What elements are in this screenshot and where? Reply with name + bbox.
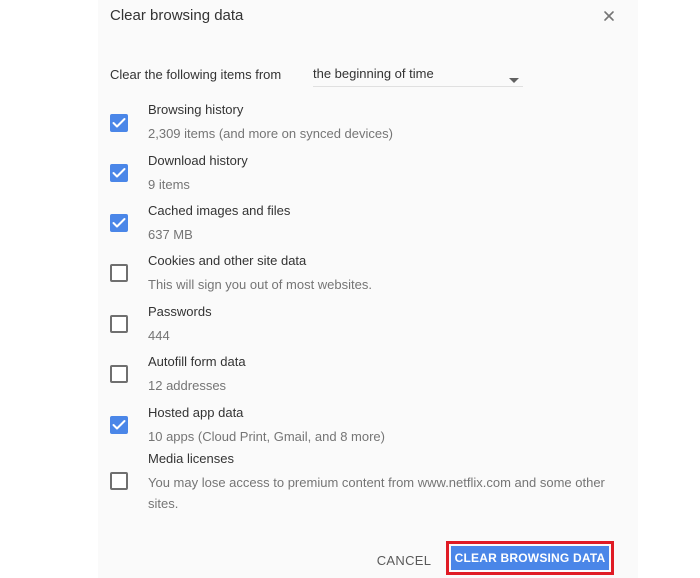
checkbox-download-history[interactable]	[110, 164, 128, 182]
option-label: Hosted app data	[148, 405, 244, 420]
option-description: 9 items	[148, 177, 190, 192]
checkbox-hosted-app-data[interactable]	[110, 416, 128, 434]
option-description: 444	[148, 328, 170, 343]
time-range-label: Clear the following items from	[110, 67, 282, 82]
option-description: You may lose access to premium content f…	[148, 475, 605, 511]
option-label: Cookies and other site data	[148, 253, 307, 268]
checkmark-icon	[112, 218, 126, 228]
time-range-dropdown[interactable]: the beginning of time	[313, 64, 523, 87]
checkbox-cookies[interactable]	[110, 264, 128, 282]
option-label: Browsing history	[148, 102, 244, 117]
screen: Clear browsing data Clear the following …	[0, 0, 700, 578]
option-description: 2,309 items (and more on synced devices)	[148, 126, 393, 141]
dialog-title: Clear browsing data	[110, 7, 244, 24]
checkmark-icon	[112, 420, 126, 430]
time-range-row: Clear the following items from the begin…	[110, 64, 530, 87]
option-label: Autofill form data	[148, 354, 246, 369]
option-label: Passwords	[148, 304, 212, 319]
time-range-value: the beginning of time	[313, 66, 434, 81]
checkbox-browsing-history[interactable]	[110, 114, 128, 132]
checkbox-autofill[interactable]	[110, 365, 128, 383]
option-description: 10 apps (Cloud Print, Gmail, and 8 more)	[148, 429, 385, 444]
cancel-button[interactable]: CANCEL	[368, 550, 440, 572]
checkbox-media-licenses[interactable]	[110, 472, 128, 490]
option-description: 12 addresses	[148, 378, 227, 393]
checkbox-passwords[interactable]	[110, 315, 128, 333]
close-icon[interactable]	[598, 5, 620, 27]
dropdown-caret-icon	[509, 71, 519, 89]
option-description: 637 MB	[148, 227, 193, 242]
clear-browsing-data-dialog: Clear browsing data Clear the following …	[98, 0, 638, 578]
option-label: Download history	[148, 153, 248, 168]
option-description: This will sign you out of most websites.	[148, 277, 372, 292]
checkbox-cached-images[interactable]	[110, 214, 128, 232]
option-label: Cached images and files	[148, 203, 291, 218]
checkmark-icon	[112, 168, 126, 178]
option-label: Media licenses	[148, 451, 234, 466]
clear-browsing-data-button[interactable]: CLEAR BROWSING DATA	[451, 546, 609, 570]
checkmark-icon	[112, 118, 126, 128]
